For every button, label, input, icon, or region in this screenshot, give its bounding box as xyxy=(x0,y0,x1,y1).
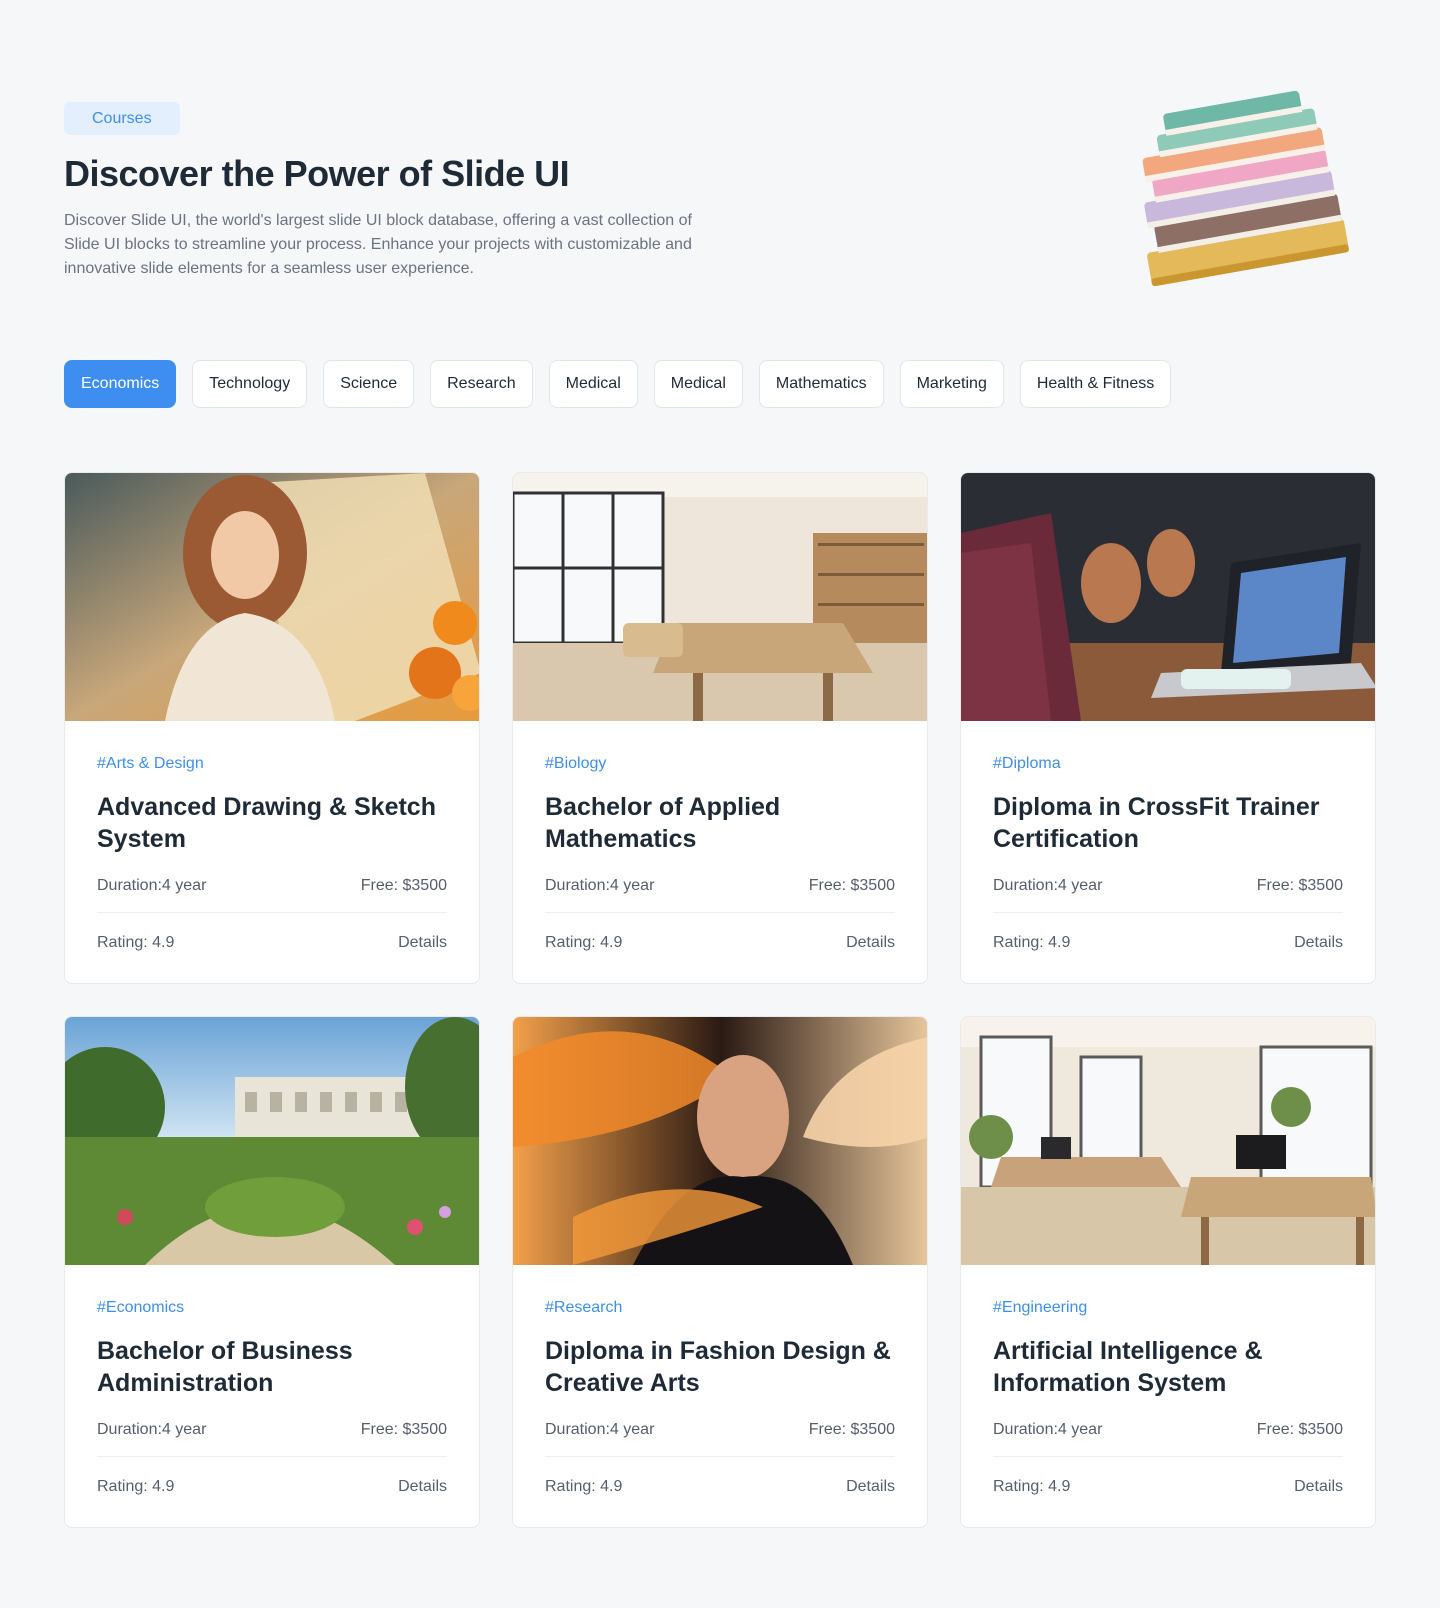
book-stack-illustration xyxy=(1142,90,1349,287)
course-rating: Rating: 4.9 xyxy=(97,934,175,951)
tab-health-fitness[interactable]: Health & Fitness xyxy=(1019,360,1172,408)
course-grid: #Arts & Design Advanced Drawing & Sketch… xyxy=(64,472,1376,1528)
tab-medical[interactable]: Medical xyxy=(548,360,638,408)
course-meta: Duration:4 year Free: $3500 xyxy=(993,1421,1343,1457)
course-fee: Free: $3500 xyxy=(360,1421,447,1438)
page-description: Discover Slide UI, the world's largest s… xyxy=(64,212,692,277)
course-tag[interactable]: #Engineering xyxy=(993,1299,1343,1317)
course-image xyxy=(513,1017,927,1265)
course-meta: Duration:4 year Free: $3500 xyxy=(97,877,447,913)
course-fee: Free: $3500 xyxy=(1256,877,1343,894)
details-link[interactable]: Details xyxy=(398,1478,447,1496)
course-title[interactable]: Diploma in Fashion Design & Creative Art… xyxy=(545,1335,895,1399)
course-rating: Rating: 4.9 xyxy=(545,1478,623,1495)
course-tag[interactable]: #Biology xyxy=(545,755,895,773)
course-image xyxy=(65,1017,479,1265)
course-meta: Duration:4 year Free: $3500 xyxy=(97,1421,447,1457)
details-link[interactable]: Details xyxy=(1294,1478,1343,1496)
tab-research[interactable]: Research xyxy=(430,360,533,408)
tab-medical-2[interactable]: Medical xyxy=(653,360,743,408)
course-footer: Rating: 4.9 Details xyxy=(993,1478,1343,1496)
course-rating: Rating: 4.9 xyxy=(993,934,1071,951)
course-tag[interactable]: #Arts & Design xyxy=(97,755,447,773)
course-fee: Free: $3500 xyxy=(1256,1421,1343,1438)
course-duration: Duration:4 year xyxy=(993,1421,1103,1438)
course-title[interactable]: Artificial Intelligence & Information Sy… xyxy=(993,1335,1343,1399)
page-title: Discover the Power of Slide UI xyxy=(64,153,570,194)
course-duration: Duration:4 year xyxy=(993,877,1103,894)
course-fee: Free: $3500 xyxy=(808,1421,895,1438)
tab-economics[interactable]: Economics xyxy=(64,360,177,408)
courses-page: Courses Discover the Power of Slide UI D… xyxy=(0,0,1440,1608)
course-footer: Rating: 4.9 Details xyxy=(545,1478,895,1496)
course-meta: Duration:4 year Free: $3500 xyxy=(545,877,895,913)
course-image xyxy=(961,473,1375,721)
course-tag[interactable]: #Diploma xyxy=(993,755,1343,773)
course-footer: Rating: 4.9 Details xyxy=(97,934,447,952)
course-title[interactable]: Bachelor of Applied Mathematics xyxy=(545,791,895,855)
course-duration: Duration:4 year xyxy=(97,1421,207,1438)
course-image xyxy=(65,473,479,721)
hero-section: Courses Discover the Power of Slide UI D… xyxy=(64,102,784,281)
course-card[interactable]: #Research Diploma in Fashion Design & Cr… xyxy=(512,1016,928,1528)
course-meta: Duration:4 year Free: $3500 xyxy=(545,1421,895,1457)
course-rating: Rating: 4.9 xyxy=(97,1478,175,1495)
course-footer: Rating: 4.9 Details xyxy=(97,1478,447,1496)
tab-technology[interactable]: Technology xyxy=(192,360,308,408)
tab-science[interactable]: Science xyxy=(323,360,415,408)
details-link[interactable]: Details xyxy=(846,1478,895,1496)
category-tabs: Economics Technology Science Research Me… xyxy=(64,360,1172,408)
course-duration: Duration:4 year xyxy=(545,877,655,894)
course-tag[interactable]: #Research xyxy=(545,1299,895,1317)
course-fee: Free: $3500 xyxy=(360,877,447,894)
course-image xyxy=(961,1017,1375,1265)
course-footer: Rating: 4.9 Details xyxy=(545,934,895,952)
course-duration: Duration:4 year xyxy=(97,877,207,894)
details-link[interactable]: Details xyxy=(846,934,895,952)
course-meta: Duration:4 year Free: $3500 xyxy=(993,877,1343,913)
course-card[interactable]: #Engineering Artificial Intelligence & I… xyxy=(960,1016,1376,1528)
course-title[interactable]: Diploma in CrossFit Trainer Certificatio… xyxy=(993,791,1343,855)
course-duration: Duration:4 year xyxy=(545,1421,655,1438)
course-footer: Rating: 4.9 Details xyxy=(993,934,1343,952)
course-title[interactable]: Advanced Drawing & Sketch System xyxy=(97,791,447,855)
course-card[interactable]: #Diploma Diploma in CrossFit Trainer Cer… xyxy=(960,472,1376,984)
course-rating: Rating: 4.9 xyxy=(993,1478,1071,1495)
course-card[interactable]: #Biology Bachelor of Applied Mathematics… xyxy=(512,472,928,984)
course-rating: Rating: 4.9 xyxy=(545,934,623,951)
course-title[interactable]: Bachelor of Business Administration xyxy=(97,1335,447,1399)
course-image xyxy=(513,473,927,721)
courses-badge: Courses xyxy=(64,102,180,135)
course-tag[interactable]: #Economics xyxy=(97,1299,447,1317)
course-fee: Free: $3500 xyxy=(808,877,895,894)
details-link[interactable]: Details xyxy=(398,934,447,952)
course-card[interactable]: #Economics Bachelor of Business Administ… xyxy=(64,1016,480,1528)
tab-mathematics[interactable]: Mathematics xyxy=(758,360,884,408)
details-link[interactable]: Details xyxy=(1294,934,1343,952)
tab-marketing[interactable]: Marketing xyxy=(899,360,1004,408)
course-card[interactable]: #Arts & Design Advanced Drawing & Sketch… xyxy=(64,472,480,984)
